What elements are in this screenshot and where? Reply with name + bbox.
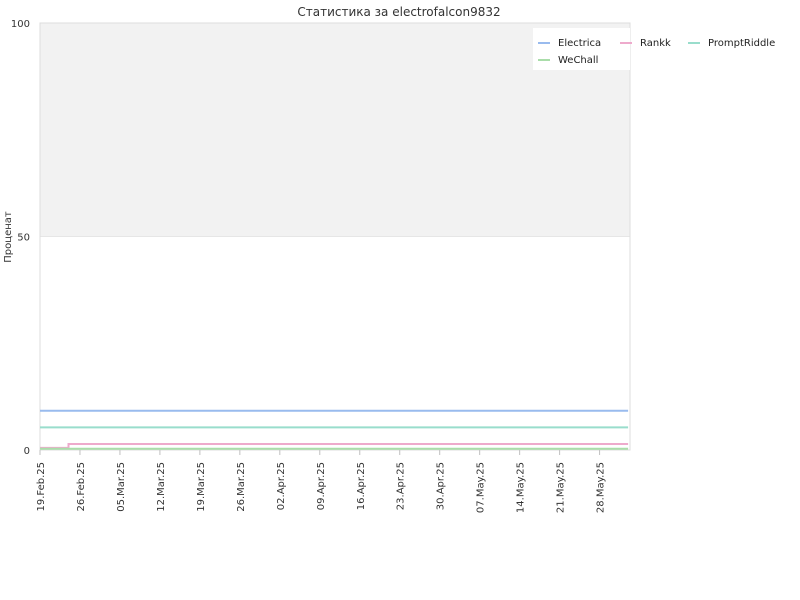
x-tick-label: 30.Apr.25 <box>436 462 447 510</box>
legend-label: PromptRiddle <box>708 38 775 49</box>
y-axis-title: Проценат <box>3 211 14 263</box>
x-tick-label: 12.Mar.25 <box>156 462 167 512</box>
x-tick-label: 16.Apr.25 <box>356 462 367 510</box>
x-tick-label: 05.Mar.25 <box>116 462 127 512</box>
x-tick-label: 28.May.25 <box>596 462 607 513</box>
y-tick-label: 0 <box>24 446 30 457</box>
y-tick-label: 50 <box>17 233 30 244</box>
x-tick-label: 19.Mar.25 <box>196 462 207 512</box>
legend: Electrica Rankk PromptRiddle WeChall <box>533 28 775 70</box>
line-chart: Статистика за electrofalcon9832 Проценат… <box>3 5 775 513</box>
chart-title: Статистика за electrofalcon9832 <box>297 5 500 19</box>
x-tick-label: 09.Apr.25 <box>316 462 327 510</box>
x-tick-label: 23.Apr.25 <box>396 462 407 510</box>
x-tick-label: 26.Feb.25 <box>76 462 87 512</box>
y-tick-label: 100 <box>11 19 30 30</box>
plot-area: 0 50 100 19.Feb.25 26.Feb.25 05.Mar.25 12.Mar.… <box>11 19 631 513</box>
legend-label: WeChall <box>558 55 598 66</box>
legend-label: Electrica <box>558 38 601 49</box>
legend-label: Rankk <box>640 38 671 49</box>
series-line-rankk <box>40 443 629 449</box>
x-tick-label: 07.May.25 <box>476 462 487 513</box>
x-tick-label: 02.Apr.25 <box>276 462 287 510</box>
x-tick-label: 19.Feb.25 <box>36 462 47 512</box>
x-tick-label: 14.May.25 <box>516 462 527 513</box>
x-tick-label: 21.May.25 <box>556 462 567 513</box>
x-tick-label: 26.Mar.25 <box>236 462 247 512</box>
